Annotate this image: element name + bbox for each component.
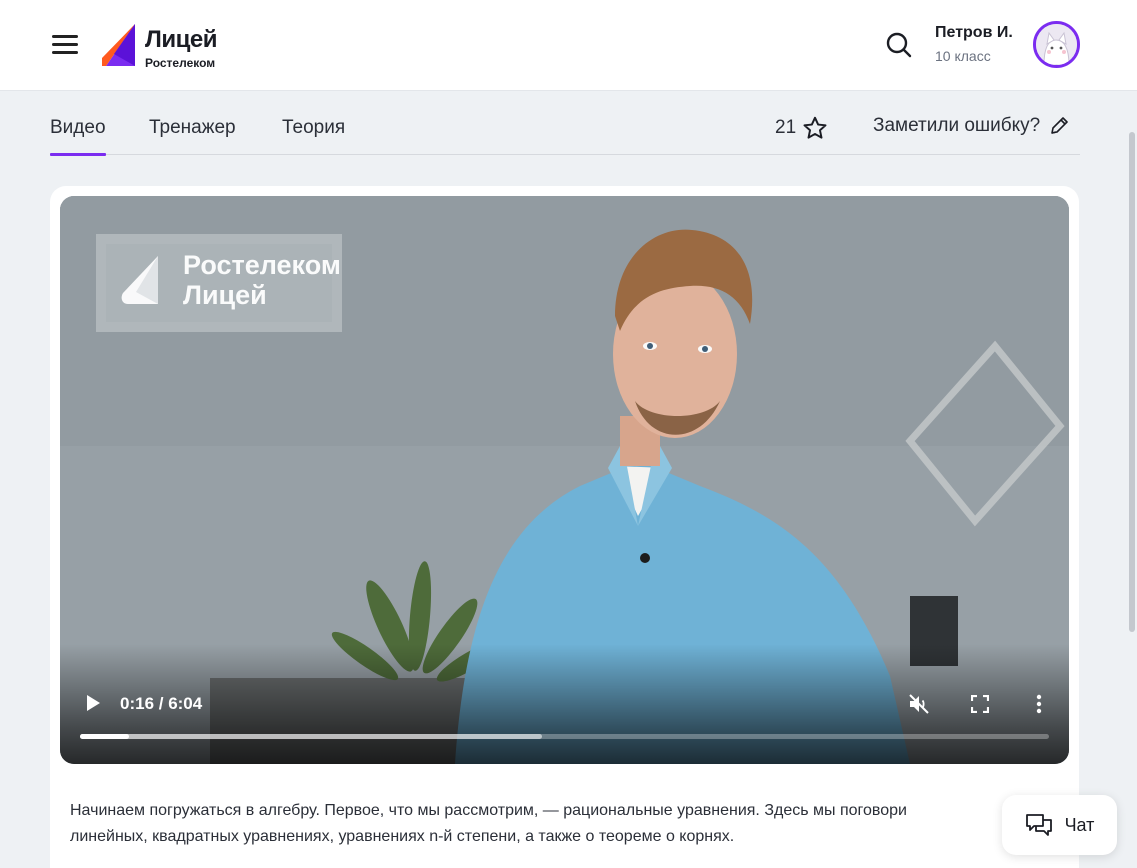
chat-label: Чат — [1064, 814, 1095, 835]
search-icon[interactable] — [885, 31, 913, 59]
chat-button[interactable]: Чат — [1002, 795, 1117, 855]
logo-title: Лицей — [145, 26, 217, 53]
cat-avatar-icon — [1036, 24, 1077, 65]
pencil-icon — [1051, 117, 1069, 134]
avatar[interactable] — [1033, 21, 1080, 68]
description-line-1: Начинаем погружаться в алгебру. Первое, … — [70, 802, 907, 819]
more-options-icon[interactable] — [1032, 693, 1046, 715]
rating-count: 21 — [775, 117, 797, 138]
muted-speaker-icon[interactable] — [908, 693, 930, 715]
description-line-2: линейных, квадратных уравнениях, уравнен… — [70, 828, 735, 845]
lesson-tabs: Видео Тренажер Теория 21 Заметили ошибку… — [50, 105, 1080, 156]
watermark-line1: Ростелеком — [183, 250, 341, 280]
watermark-line2: Лицей — [183, 280, 267, 310]
video-time: 0:16 / 6:04 — [120, 694, 203, 713]
star-icon — [803, 116, 827, 139]
page-scrollbar[interactable] — [1129, 132, 1135, 632]
top-header: Лицей Ростелеком Петров И. 10 класс — [0, 0, 1137, 91]
logo[interactable]: Лицей Ростелеком — [102, 22, 232, 70]
tab-theory[interactable]: Теория — [282, 117, 345, 139]
menu-icon[interactable] — [52, 34, 78, 54]
logo-subtitle: Ростелеком — [145, 56, 216, 70]
progress-played — [80, 734, 130, 739]
video-progress-bar[interactable] — [80, 734, 1049, 739]
lesson-description: Начинаем погружаться в алгебру. Первое, … — [70, 798, 1010, 850]
report-error-button[interactable]: Заметили ошибку? — [873, 115, 1070, 137]
report-error-label: Заметили ошибку? — [873, 115, 1041, 136]
fullscreen-icon[interactable] — [971, 695, 989, 713]
user-class: 10 класс — [935, 48, 991, 64]
logo-mark-icon — [102, 24, 135, 66]
video-player[interactable]: Ростелеком Лицей 0:16 / 6:04 — [60, 196, 1069, 764]
progress-buffered — [80, 734, 543, 739]
rating-button[interactable]: 21 — [775, 115, 828, 141]
watermark-logo-icon — [121, 256, 158, 304]
chat-icon — [1025, 814, 1052, 836]
user-name[interactable]: Петров И. — [935, 24, 1013, 42]
tab-trainer[interactable]: Тренажер — [149, 117, 236, 139]
play-icon[interactable] — [84, 694, 102, 712]
tab-video[interactable]: Видео — [50, 117, 106, 156]
